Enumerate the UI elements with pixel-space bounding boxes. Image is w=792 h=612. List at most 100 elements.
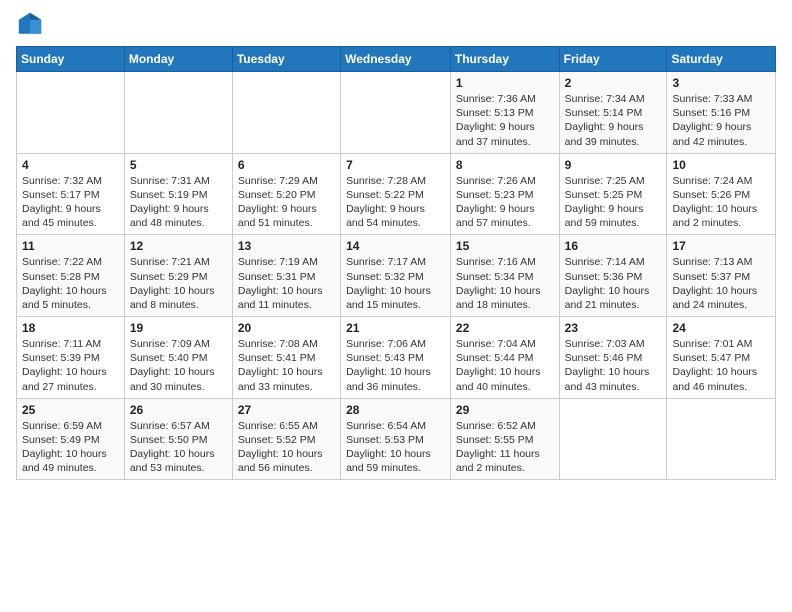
weekday-header-wednesday: Wednesday bbox=[341, 47, 451, 72]
day-number: 13 bbox=[238, 239, 335, 253]
calendar-cell: 18Sunrise: 7:11 AM Sunset: 5:39 PM Dayli… bbox=[17, 317, 125, 399]
day-info: Sunrise: 7:24 AM Sunset: 5:26 PM Dayligh… bbox=[672, 174, 770, 231]
calendar-cell: 3Sunrise: 7:33 AM Sunset: 5:16 PM Daylig… bbox=[667, 72, 776, 154]
day-info: Sunrise: 7:26 AM Sunset: 5:23 PM Dayligh… bbox=[456, 174, 554, 231]
weekday-header-tuesday: Tuesday bbox=[232, 47, 340, 72]
day-number: 29 bbox=[456, 403, 554, 417]
day-number: 15 bbox=[456, 239, 554, 253]
day-info: Sunrise: 7:14 AM Sunset: 5:36 PM Dayligh… bbox=[565, 255, 662, 312]
week-row-5: 25 Sunrise: 6:59 AM Sunset: 5:49 PM Dayli… bbox=[17, 398, 776, 480]
day-number: 9 bbox=[565, 158, 662, 172]
day-number: 17 bbox=[672, 239, 770, 253]
calendar-cell bbox=[667, 398, 776, 480]
calendar-cell: 27 Sunrise: 6:55 AM Sunset: 5:52 PM Dayli… bbox=[232, 398, 340, 480]
calendar-cell: 2 Sunrise: 7:34 AM Sunset: 5:14 PM Daylig… bbox=[559, 72, 667, 154]
day-info: Sunrise: 6:57 AM Sunset: 5:50 PM Dayligh… bbox=[130, 419, 227, 476]
day-number: 21 bbox=[346, 321, 445, 335]
calendar-cell: 8 Sunrise: 7:26 AM Sunset: 5:23 PM Daylig… bbox=[450, 153, 559, 235]
day-number: 8 bbox=[456, 158, 554, 172]
day-info: Sunrise: 7:11 AM Sunset: 5:39 PM Dayligh… bbox=[22, 337, 119, 394]
day-info: Sunrise: 6:52 AM Sunset: 5:55 PM Dayligh… bbox=[456, 419, 554, 476]
calendar-cell: 7 Sunrise: 7:28 AM Sunset: 5:22 PM Daylig… bbox=[341, 153, 451, 235]
day-info: Sunrise: 7:09 AM Sunset: 5:40 PM Dayligh… bbox=[130, 337, 227, 394]
day-number: 16 bbox=[565, 239, 662, 253]
calendar-cell: 12 Sunrise: 7:21 AM Sunset: 5:29 PM Dayli… bbox=[124, 235, 232, 317]
week-row-3: 11 Sunrise: 7:22 AM Sunset: 5:28 PM Dayli… bbox=[17, 235, 776, 317]
day-number: 26 bbox=[130, 403, 227, 417]
day-info: Sunrise: 7:06 AM Sunset: 5:43 PM Dayligh… bbox=[346, 337, 445, 394]
day-number: 19 bbox=[130, 321, 227, 335]
day-info: Sunrise: 6:54 AM Sunset: 5:53 PM Dayligh… bbox=[346, 419, 445, 476]
day-info: Sunrise: 6:55 AM Sunset: 5:52 PM Dayligh… bbox=[238, 419, 335, 476]
day-number: 6 bbox=[238, 158, 335, 172]
day-info: Sunrise: 7:01 AM Sunset: 5:47 PM Dayligh… bbox=[672, 337, 770, 394]
calendar-cell: 28 Sunrise: 6:54 AM Sunset: 5:53 PM Dayli… bbox=[341, 398, 451, 480]
day-number: 5 bbox=[130, 158, 227, 172]
day-number: 1 bbox=[456, 76, 554, 90]
week-row-2: 4Sunrise: 7:32 AM Sunset: 5:17 PM Daylig… bbox=[17, 153, 776, 235]
day-info: Sunrise: 7:33 AM Sunset: 5:16 PM Dayligh… bbox=[672, 92, 770, 149]
calendar-cell: 24 Sunrise: 7:01 AM Sunset: 5:47 PM Dayli… bbox=[667, 317, 776, 399]
calendar-cell bbox=[232, 72, 340, 154]
day-info: Sunrise: 7:34 AM Sunset: 5:14 PM Dayligh… bbox=[565, 92, 662, 149]
day-number: 2 bbox=[565, 76, 662, 90]
calendar-cell bbox=[341, 72, 451, 154]
weekday-header-monday: Monday bbox=[124, 47, 232, 72]
calendar-cell: 26 Sunrise: 6:57 AM Sunset: 5:50 PM Dayli… bbox=[124, 398, 232, 480]
weekday-header-sunday: Sunday bbox=[17, 47, 125, 72]
calendar-cell bbox=[124, 72, 232, 154]
day-number: 14 bbox=[346, 239, 445, 253]
day-info: Sunrise: 7:25 AM Sunset: 5:25 PM Dayligh… bbox=[565, 174, 662, 231]
calendar-cell: 25 Sunrise: 6:59 AM Sunset: 5:49 PM Dayli… bbox=[17, 398, 125, 480]
calendar-cell: 23 Sunrise: 7:03 AM Sunset: 5:46 PM Dayli… bbox=[559, 317, 667, 399]
logo-icon bbox=[16, 10, 44, 38]
calendar-cell: 1 Sunrise: 7:36 AM Sunset: 5:13 PM Daylig… bbox=[450, 72, 559, 154]
day-number: 11 bbox=[22, 239, 119, 253]
calendar-body: 1 Sunrise: 7:36 AM Sunset: 5:13 PM Daylig… bbox=[17, 72, 776, 480]
calendar-header: SundayMondayTuesdayWednesdayThursdayFrid… bbox=[17, 47, 776, 72]
day-info: Sunrise: 7:08 AM Sunset: 5:41 PM Dayligh… bbox=[238, 337, 335, 394]
calendar-table: SundayMondayTuesdayWednesdayThursdayFrid… bbox=[16, 46, 776, 480]
day-number: 23 bbox=[565, 321, 662, 335]
week-row-1: 1 Sunrise: 7:36 AM Sunset: 5:13 PM Daylig… bbox=[17, 72, 776, 154]
calendar-cell: 9 Sunrise: 7:25 AM Sunset: 5:25 PM Daylig… bbox=[559, 153, 667, 235]
day-info: Sunrise: 7:32 AM Sunset: 5:17 PM Dayligh… bbox=[22, 174, 119, 231]
day-number: 28 bbox=[346, 403, 445, 417]
day-info: Sunrise: 7:16 AM Sunset: 5:34 PM Dayligh… bbox=[456, 255, 554, 312]
week-row-4: 18Sunrise: 7:11 AM Sunset: 5:39 PM Dayli… bbox=[17, 317, 776, 399]
weekday-header-thursday: Thursday bbox=[450, 47, 559, 72]
logo bbox=[16, 10, 48, 38]
calendar-cell bbox=[559, 398, 667, 480]
day-info: Sunrise: 6:59 AM Sunset: 5:49 PM Dayligh… bbox=[22, 419, 119, 476]
day-info: Sunrise: 7:19 AM Sunset: 5:31 PM Dayligh… bbox=[238, 255, 335, 312]
day-number: 7 bbox=[346, 158, 445, 172]
day-info: Sunrise: 7:17 AM Sunset: 5:32 PM Dayligh… bbox=[346, 255, 445, 312]
calendar-cell: 19 Sunrise: 7:09 AM Sunset: 5:40 PM Dayli… bbox=[124, 317, 232, 399]
day-number: 25 bbox=[22, 403, 119, 417]
day-info: Sunrise: 7:29 AM Sunset: 5:20 PM Dayligh… bbox=[238, 174, 335, 231]
day-info: Sunrise: 7:03 AM Sunset: 5:46 PM Dayligh… bbox=[565, 337, 662, 394]
calendar-cell: 4Sunrise: 7:32 AM Sunset: 5:17 PM Daylig… bbox=[17, 153, 125, 235]
calendar-cell: 16 Sunrise: 7:14 AM Sunset: 5:36 PM Dayli… bbox=[559, 235, 667, 317]
calendar-cell: 14 Sunrise: 7:17 AM Sunset: 5:32 PM Dayli… bbox=[341, 235, 451, 317]
calendar-cell: 5 Sunrise: 7:31 AM Sunset: 5:19 PM Daylig… bbox=[124, 153, 232, 235]
calendar-cell: 20Sunrise: 7:08 AM Sunset: 5:41 PM Dayli… bbox=[232, 317, 340, 399]
day-number: 27 bbox=[238, 403, 335, 417]
calendar-cell bbox=[17, 72, 125, 154]
weekday-header-friday: Friday bbox=[559, 47, 667, 72]
calendar-cell: 22Sunrise: 7:04 AM Sunset: 5:44 PM Dayli… bbox=[450, 317, 559, 399]
day-number: 24 bbox=[672, 321, 770, 335]
calendar-cell: 17 Sunrise: 7:13 AM Sunset: 5:37 PM Dayli… bbox=[667, 235, 776, 317]
day-info: Sunrise: 7:31 AM Sunset: 5:19 PM Dayligh… bbox=[130, 174, 227, 231]
day-info: Sunrise: 7:13 AM Sunset: 5:37 PM Dayligh… bbox=[672, 255, 770, 312]
day-info: Sunrise: 7:28 AM Sunset: 5:22 PM Dayligh… bbox=[346, 174, 445, 231]
calendar-cell: 15 Sunrise: 7:16 AM Sunset: 5:34 PM Dayli… bbox=[450, 235, 559, 317]
calendar-cell: 21 Sunrise: 7:06 AM Sunset: 5:43 PM Dayli… bbox=[341, 317, 451, 399]
day-info: Sunrise: 7:22 AM Sunset: 5:28 PM Dayligh… bbox=[22, 255, 119, 312]
day-number: 22 bbox=[456, 321, 554, 335]
day-info: Sunrise: 7:21 AM Sunset: 5:29 PM Dayligh… bbox=[130, 255, 227, 312]
day-number: 10 bbox=[672, 158, 770, 172]
day-info: Sunrise: 7:36 AM Sunset: 5:13 PM Dayligh… bbox=[456, 92, 554, 149]
calendar-cell: 6 Sunrise: 7:29 AM Sunset: 5:20 PM Daylig… bbox=[232, 153, 340, 235]
day-number: 12 bbox=[130, 239, 227, 253]
